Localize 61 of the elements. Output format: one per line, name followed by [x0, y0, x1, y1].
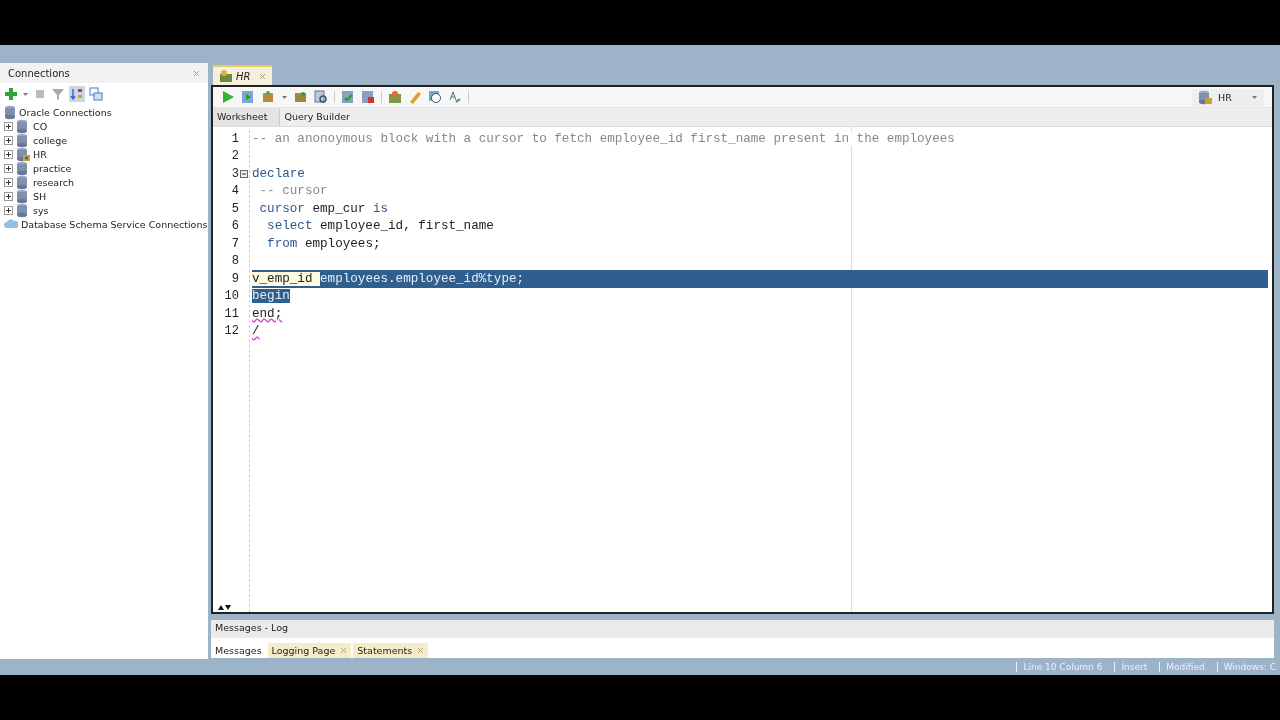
line-number: 3: [231, 166, 239, 181]
close-icon[interactable]: [340, 647, 348, 654]
code-text: end;: [252, 306, 283, 321]
code-text: begin: [252, 289, 290, 304]
status-text: Insert: [1114, 662, 1148, 672]
code-text: v_emp_id: [252, 271, 321, 286]
close-icon[interactable]: [259, 72, 267, 80]
collapse-icon[interactable]: [240, 169, 248, 178]
line-number: 9: [231, 271, 239, 286]
splitter-arrows-icon[interactable]: [217, 604, 231, 611]
code-text: /: [252, 324, 260, 339]
log-tab[interactable]: Statements: [353, 643, 429, 658]
expand-icon[interactable]: [4, 177, 13, 187]
expand-icon[interactable]: [4, 121, 13, 131]
worksheet-tab[interactable]: Worksheet: [213, 108, 281, 126]
line-number: 11: [224, 306, 239, 321]
panel-title: Connections: [8, 67, 70, 79]
expand-icon[interactable]: [4, 205, 13, 215]
line-number: 2: [231, 149, 239, 164]
connection-dropdown[interactable]: HR: [1192, 88, 1264, 106]
log-tab[interactable]: Logging Page: [267, 643, 352, 658]
database-icon: [1198, 89, 1212, 105]
document-tab[interactable]: HR: [213, 65, 273, 85]
line-number: 10: [224, 289, 239, 304]
tree-item[interactable]: Oracle Connections: [19, 106, 112, 118]
code-text: employees.employee_id%type;: [320, 271, 525, 286]
panel-title: Messages - Log: [215, 622, 289, 633]
tree-item[interactable]: college: [33, 134, 68, 146]
line-number: 7: [231, 236, 239, 251]
line-number: 6: [231, 219, 239, 234]
expand-icon[interactable]: [4, 191, 13, 201]
cloud-icon: [4, 219, 18, 229]
run-icon[interactable]: [221, 90, 235, 104]
filter-icon[interactable]: [51, 87, 65, 101]
run-script-icon[interactable]: [241, 90, 255, 104]
close-icon[interactable]: [417, 647, 425, 654]
line-number: 12: [224, 324, 239, 339]
expand-icon[interactable]: [4, 135, 13, 145]
tree-item[interactable]: HR: [33, 148, 47, 160]
schema-icon[interactable]: [69, 86, 85, 102]
code-text: -- an anonoymous block with a cursor to fetch employee_id first_name present in the employees: [252, 131, 955, 146]
windows-icon[interactable]: [89, 87, 103, 101]
database-icon: [4, 104, 16, 120]
status-text: Modified: [1159, 662, 1205, 672]
line-number: 5: [231, 201, 239, 216]
worksheet-tab[interactable]: Query Builder: [280, 108, 362, 126]
line-number: 8: [231, 254, 239, 269]
line-number: 1: [231, 131, 239, 146]
expand-icon[interactable]: [4, 149, 13, 159]
tree-item[interactable]: research: [33, 176, 75, 188]
tree-item[interactable]: sys: [33, 204, 49, 216]
tree-item[interactable]: CO: [33, 120, 48, 132]
tree-item[interactable]: SH: [33, 190, 47, 202]
line-number: 4: [231, 184, 239, 199]
status-text: Line 10 Column 6: [1016, 662, 1103, 672]
close-icon[interactable]: [193, 69, 200, 77]
add-icon[interactable]: [4, 87, 18, 101]
tree-item[interactable]: Database Schema Service Connections: [21, 218, 208, 230]
expand-icon[interactable]: [4, 163, 13, 173]
tree-item[interactable]: practice: [33, 162, 72, 174]
status-text: Windows: C: [1216, 662, 1276, 672]
